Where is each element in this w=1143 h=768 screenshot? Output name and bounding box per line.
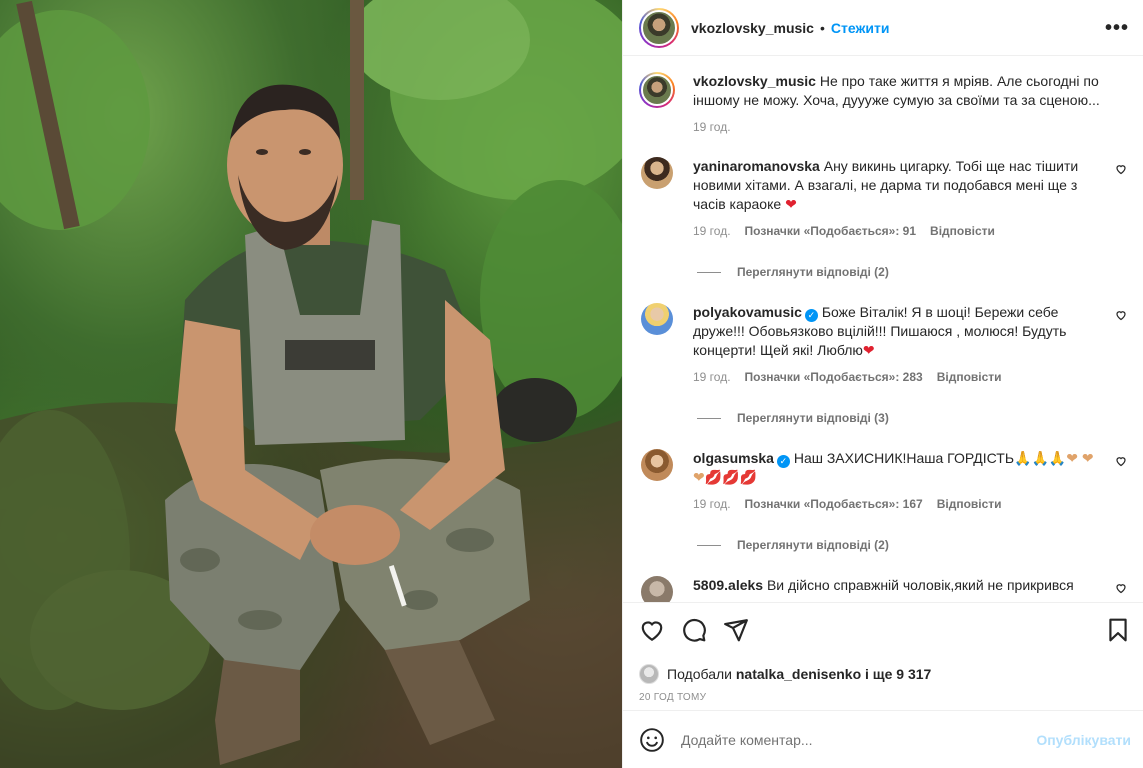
liker-avatar[interactable] xyxy=(639,664,659,684)
view-replies-button[interactable]: Переглянути відповіді (2) xyxy=(697,538,1127,552)
comment-item: olgasumska ✓ Наш ЗАХИСНИК!Наша ГОРДІСТЬ🙏🙏… xyxy=(639,449,1127,514)
more-options-icon[interactable]: ••• xyxy=(1105,18,1129,38)
comment-likes[interactable]: Позначки «Подобається»: 283 xyxy=(745,368,923,387)
comment-likes[interactable]: Позначки «Подобається»: 91 xyxy=(745,222,916,241)
heart-icon[interactable] xyxy=(639,617,665,643)
comment-username[interactable]: yaninaromanovska xyxy=(693,158,820,174)
comment-input[interactable] xyxy=(681,731,1037,748)
caption-username[interactable]: vkozlovsky_music xyxy=(693,73,816,89)
comment-like-heart-icon[interactable] xyxy=(1115,309,1127,321)
caption-author-avatar[interactable] xyxy=(639,72,675,108)
share-icon[interactable] xyxy=(723,617,749,643)
post-modal: vkozlovsky_music • Стежити ••• vkozlovsk… xyxy=(0,0,1143,768)
comment-like-heart-icon[interactable] xyxy=(1115,163,1127,175)
commenter-avatar[interactable] xyxy=(641,303,673,335)
view-replies-button[interactable]: Переглянути відповіді (3) xyxy=(697,411,1127,425)
comment-username[interactable]: olgasumska xyxy=(693,450,774,466)
post-age[interactable]: 20 ГОД ТОМУ xyxy=(623,692,1143,710)
commenter-avatar[interactable] xyxy=(641,157,673,189)
likes-count[interactable]: і ще 9 317 xyxy=(865,666,931,682)
follow-button[interactable]: Стежити xyxy=(831,20,890,36)
separator-dot: • xyxy=(819,19,825,36)
view-replies-button[interactable]: Переглянути відповіді (2) xyxy=(697,265,1127,279)
comment-username[interactable]: polyakovamusic xyxy=(693,304,802,320)
comment-emoji: ❤ xyxy=(785,196,797,212)
add-comment-bar: Опублікувати xyxy=(623,710,1143,768)
post-actions xyxy=(623,602,1143,656)
comment-time[interactable]: 19 год. xyxy=(693,368,731,387)
liker-username[interactable]: natalka_denisenko xyxy=(736,666,861,682)
post-photo[interactable] xyxy=(0,0,622,768)
author-username[interactable]: vkozlovsky_music xyxy=(691,20,814,36)
comment-emoji: ❤ xyxy=(862,342,875,358)
post-caption: vkozlovsky_music Не про таке життя я мрі… xyxy=(639,72,1127,137)
comment-like-heart-icon[interactable] xyxy=(1115,582,1127,594)
comments-list[interactable]: vkozlovsky_music Не про таке життя я мрі… xyxy=(623,56,1143,602)
comment-text: Наш ЗАХИСНИК!Наша ГОРДІСТЬ xyxy=(793,450,1015,466)
reply-button[interactable]: Відповісти xyxy=(930,222,995,241)
post-sidebar: vkozlovsky_music • Стежити ••• vkozlovsk… xyxy=(622,0,1143,768)
reply-button[interactable]: Відповісти xyxy=(937,368,1002,387)
comment-item: yaninaromanovska Ану викинь цигарку. Тоб… xyxy=(639,157,1127,241)
emoji-icon[interactable] xyxy=(639,727,665,753)
bookmark-icon[interactable] xyxy=(1105,617,1131,643)
commenter-avatar[interactable] xyxy=(641,449,673,481)
comment-icon[interactable] xyxy=(681,617,707,643)
publish-button[interactable]: Опублікувати xyxy=(1036,732,1131,748)
soldier-photo-illustration xyxy=(0,0,622,768)
comment-item: polyakovamusic ✓ Боже Віталік! Я в шоці! … xyxy=(639,303,1127,387)
caption-time[interactable]: 19 год. xyxy=(693,118,731,137)
reply-button[interactable]: Відповісти xyxy=(937,495,1002,514)
comment-text: Ви дійсно справжній чоловік,який не прик… xyxy=(766,577,1074,593)
likes-summary: Подобали natalka_denisenko і ще 9 317 xyxy=(623,656,1143,692)
comment-item: 5809.aleks Ви дійсно справжній чоловік,я… xyxy=(639,576,1127,602)
verified-badge-icon: ✓ xyxy=(776,455,790,468)
comment-time[interactable]: 19 год. xyxy=(693,495,731,514)
commenter-avatar[interactable] xyxy=(641,576,673,602)
author-avatar[interactable] xyxy=(639,7,679,48)
comment-time[interactable]: 19 год. xyxy=(693,222,731,241)
comment-like-heart-icon[interactable] xyxy=(1115,455,1127,467)
comment-username[interactable]: 5809.aleks xyxy=(693,577,763,593)
comment-likes[interactable]: Позначки «Подобається»: 167 xyxy=(745,495,923,514)
likes-prefix: Подобали xyxy=(667,666,732,682)
post-header: vkozlovsky_music • Стежити ••• xyxy=(623,0,1143,56)
verified-badge-icon: ✓ xyxy=(804,309,818,322)
